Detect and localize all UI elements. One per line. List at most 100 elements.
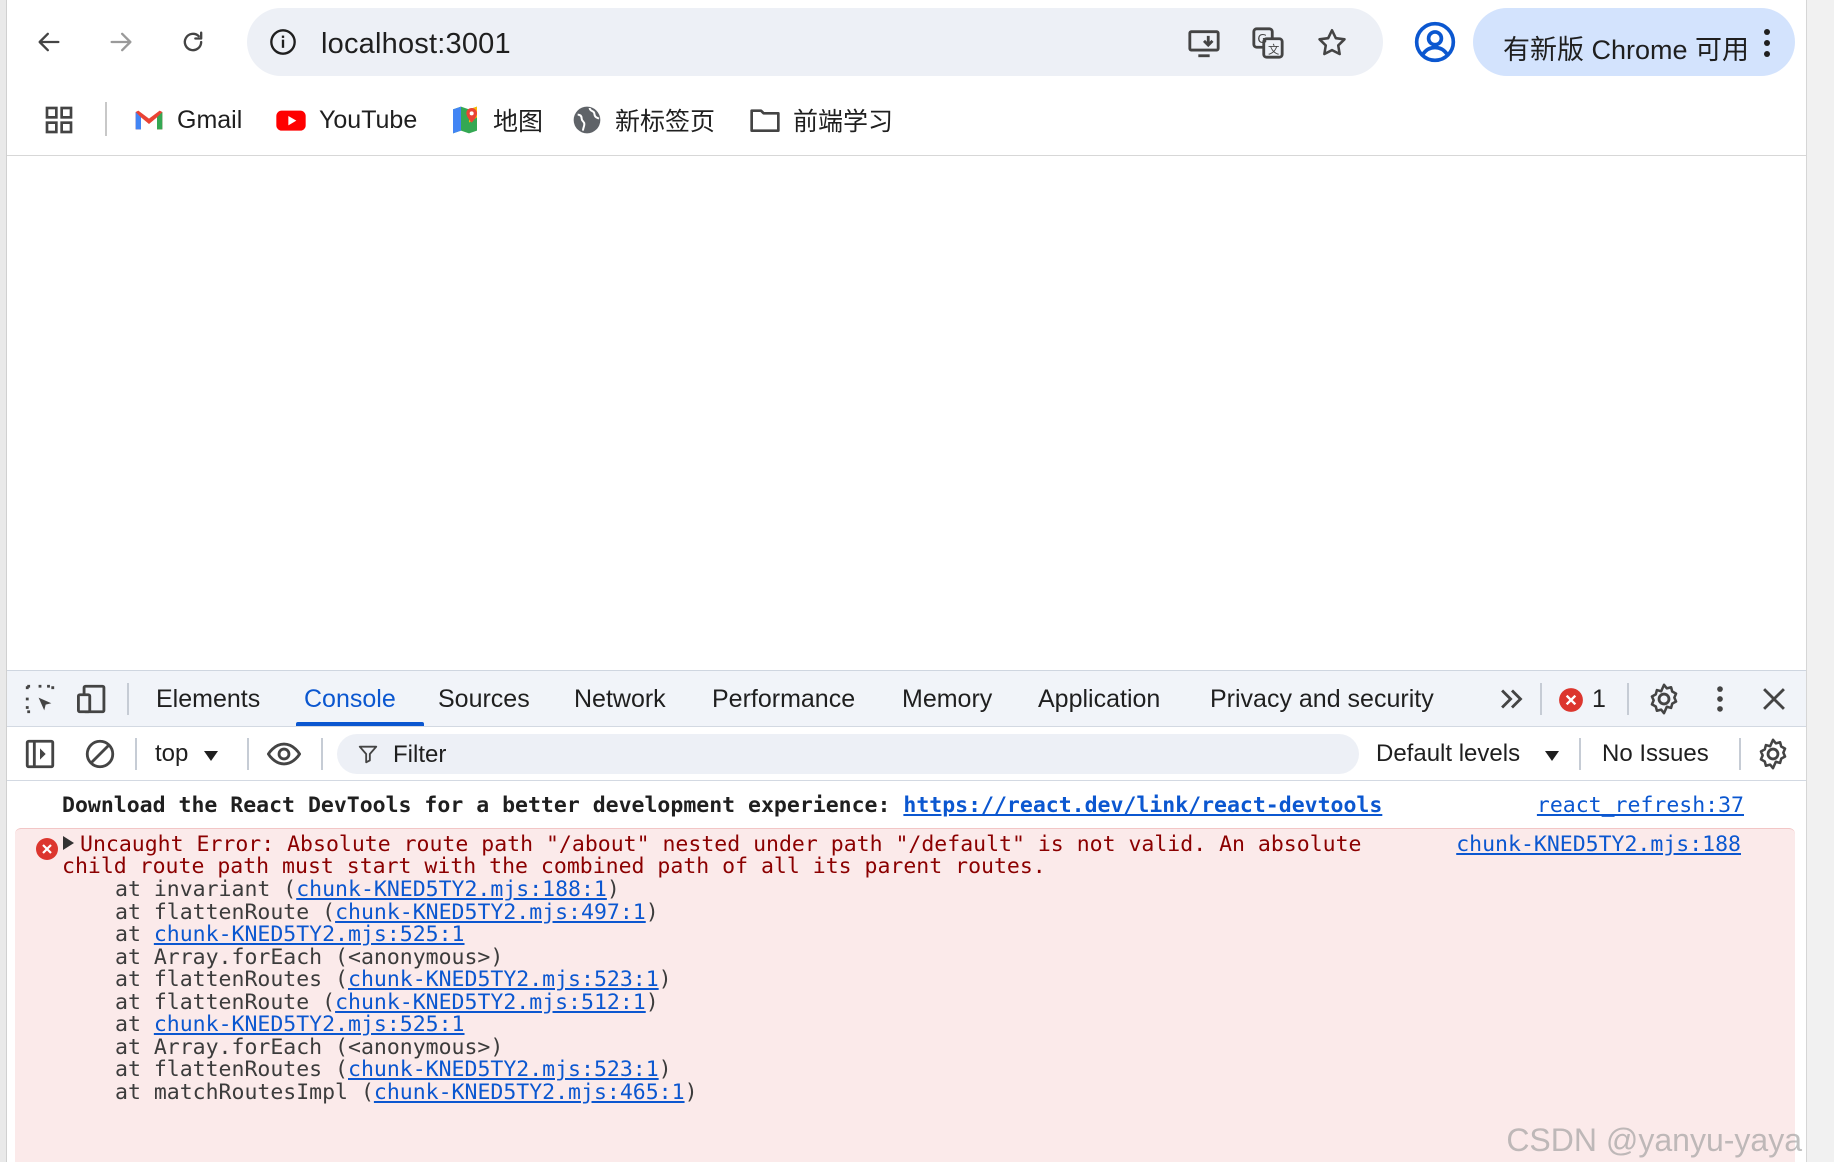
issues-counter[interactable]: No Issues <box>1602 740 1709 768</box>
maps-icon <box>453 106 477 134</box>
stack-frame-text: at Array.forEach (<anonymous>) <box>115 944 504 970</box>
bookmark-youtube[interactable]: YouTube <box>275 100 417 140</box>
more-menu-icon[interactable] <box>1763 28 1771 58</box>
apps-button[interactable] <box>43 100 87 140</box>
toolbar-separator <box>321 738 323 770</box>
tab-application[interactable]: Application <box>1038 685 1160 714</box>
console-filter-bar: top Filter Default levels No Issues <box>7 727 1806 781</box>
log-levels-selector[interactable]: Default levels <box>1376 740 1520 768</box>
stack-frame-link[interactable]: chunk-KNED5TY2.mjs:525:1 <box>154 1012 465 1037</box>
stack-frame-suffix: ) <box>645 989 659 1015</box>
stack-frame-text: at Array.forEach (<anonymous>) <box>115 1034 504 1060</box>
expand-triangle-icon[interactable] <box>63 836 74 850</box>
bookmarks-bar: Gmail YouTube 地图 新标签页 前端学习 <box>7 84 1806 156</box>
bookmark-gmail[interactable]: Gmail <box>133 100 242 140</box>
stack-frame-link[interactable]: chunk-KNED5TY2.mjs:523:1 <box>348 1057 659 1082</box>
info-source-link[interactable]: react_refresh:37 <box>1537 793 1744 818</box>
inspect-element-icon[interactable] <box>23 682 57 716</box>
more-tabs-chevron-icon[interactable] <box>1495 682 1529 716</box>
stack-frame: at matchRoutesImpl (chunk-KNED5TY2.mjs:4… <box>115 1080 698 1106</box>
folder-icon <box>750 109 780 132</box>
stack-frame-text: at flattenRoute ( <box>115 899 336 925</box>
stack-frame-text: at flattenRoutes ( <box>115 1057 348 1082</box>
browser-window: localhost:3001 G文 有新版 Chrome 可用 Gmail Yo… <box>7 0 1806 1162</box>
tab-privacy-security[interactable]: Privacy and security <box>1210 685 1434 714</box>
translate-icon[interactable]: G文 <box>1251 26 1285 60</box>
chrome-update-button[interactable]: 有新版 Chrome 可用 <box>1473 8 1795 76</box>
tab-memory[interactable]: Memory <box>902 685 992 714</box>
close-devtools-icon[interactable] <box>1757 682 1791 716</box>
toolbar-separator <box>135 738 137 770</box>
error-source-link[interactable]: chunk-KNED5TY2.mjs:188 <box>1456 832 1741 857</box>
stack-frame-suffix: ) <box>684 1079 698 1105</box>
gmail-icon <box>135 110 163 130</box>
watermark: CSDN @yanyu-yaya <box>1506 1122 1802 1158</box>
stack-frame-text: at matchRoutesImpl ( <box>115 1079 374 1105</box>
address-bar[interactable]: localhost:3001 G文 <box>247 8 1383 76</box>
forward-button[interactable] <box>99 20 143 64</box>
stack-frame-link[interactable]: chunk-KNED5TY2.mjs:497:1 <box>335 900 646 925</box>
filter-placeholder: Filter <box>393 741 447 768</box>
stack-frame-text: at invariant ( <box>115 877 297 902</box>
console-output: Download the React DevTools for a better… <box>7 781 1806 1162</box>
error-count[interactable]: 1 <box>1592 685 1606 714</box>
stack-frame-text: at flattenRoute ( <box>115 989 336 1015</box>
apps-grid-icon <box>45 106 73 134</box>
live-expression-eye-icon[interactable] <box>267 737 301 771</box>
profile-icon[interactable] <box>1413 20 1457 64</box>
stack-frame-suffix: ) <box>658 967 672 992</box>
bookmark-label: 新标签页 <box>615 108 716 136</box>
info-text: Download the React DevTools for a better… <box>62 793 1382 818</box>
react-devtools-link[interactable]: https://react.dev/link/react-devtools <box>903 793 1382 818</box>
bookmark-label: YouTube <box>319 105 418 134</box>
sidebar-toggle-icon[interactable] <box>23 737 57 771</box>
console-filter-input[interactable]: Filter <box>337 734 1359 774</box>
tab-performance[interactable]: Performance <box>712 685 855 714</box>
stack-frame-link[interactable]: chunk-KNED5TY2.mjs:525:1 <box>154 922 465 947</box>
browser-toolbar: localhost:3001 G文 有新版 Chrome 可用 <box>7 0 1806 84</box>
reload-button[interactable] <box>171 20 215 64</box>
stack-frame-link[interactable]: chunk-KNED5TY2.mjs:523:1 <box>348 967 659 992</box>
bookmark-label: Gmail <box>177 105 243 134</box>
bookmark-maps[interactable]: 地图 <box>449 100 543 140</box>
devtools-tab-bar: Elements Console Sources Network Perform… <box>7 671 1806 727</box>
tab-network[interactable]: Network <box>574 685 666 714</box>
device-toolbar-icon[interactable] <box>77 682 111 716</box>
bookmarks-separator <box>105 102 107 136</box>
console-settings-gear-icon[interactable] <box>1756 737 1790 771</box>
stack-frame-link[interactable]: chunk-KNED5TY2.mjs:512:1 <box>335 990 646 1015</box>
bookmark-label: 地图 <box>493 108 544 136</box>
bookmark-folder-frontend[interactable]: 前端学习 <box>749 100 893 140</box>
url-text[interactable]: localhost:3001 <box>321 28 511 61</box>
tab-sources[interactable]: Sources <box>438 685 530 714</box>
levels-dropdown-icon[interactable] <box>1544 750 1560 762</box>
bookmark-label: 前端学习 <box>793 108 894 136</box>
tab-elements[interactable]: Elements <box>156 685 260 714</box>
context-selector[interactable]: top <box>155 740 188 768</box>
stack-frame-text: at <box>115 1012 154 1037</box>
info-text-body: Download the React DevTools for a better… <box>62 793 904 818</box>
svg-text:G: G <box>1257 32 1267 47</box>
tab-console[interactable]: Console <box>304 685 396 714</box>
back-button[interactable] <box>27 20 71 64</box>
update-label: 有新版 Chrome 可用 <box>1503 35 1750 65</box>
devtools-panel: Elements Console Sources Network Perform… <box>7 670 1806 1162</box>
toolbar-separator <box>247 738 249 770</box>
stack-frame-link[interactable]: chunk-KNED5TY2.mjs:465:1 <box>374 1080 685 1105</box>
bookmark-star-icon[interactable] <box>1315 26 1349 60</box>
clear-console-icon[interactable] <box>83 737 117 771</box>
bookmark-new-tab[interactable]: 新标签页 <box>571 100 715 140</box>
page-viewport <box>7 157 1806 670</box>
kebab-menu-icon[interactable] <box>1703 682 1737 716</box>
toolbar-separator <box>1627 683 1629 715</box>
stack-frame-link[interactable]: chunk-KNED5TY2.mjs:188:1 <box>296 877 607 902</box>
error-badge-icon[interactable] <box>1558 687 1584 713</box>
context-dropdown-icon[interactable] <box>203 750 219 762</box>
settings-gear-icon[interactable] <box>1647 682 1681 716</box>
stack-frame-text: at <box>115 922 154 947</box>
stack-frame-suffix: ) <box>606 877 620 902</box>
install-app-icon[interactable] <box>1187 26 1221 60</box>
site-info-icon[interactable] <box>269 28 297 56</box>
globe-icon <box>573 106 601 134</box>
reload-icon <box>183 31 203 52</box>
